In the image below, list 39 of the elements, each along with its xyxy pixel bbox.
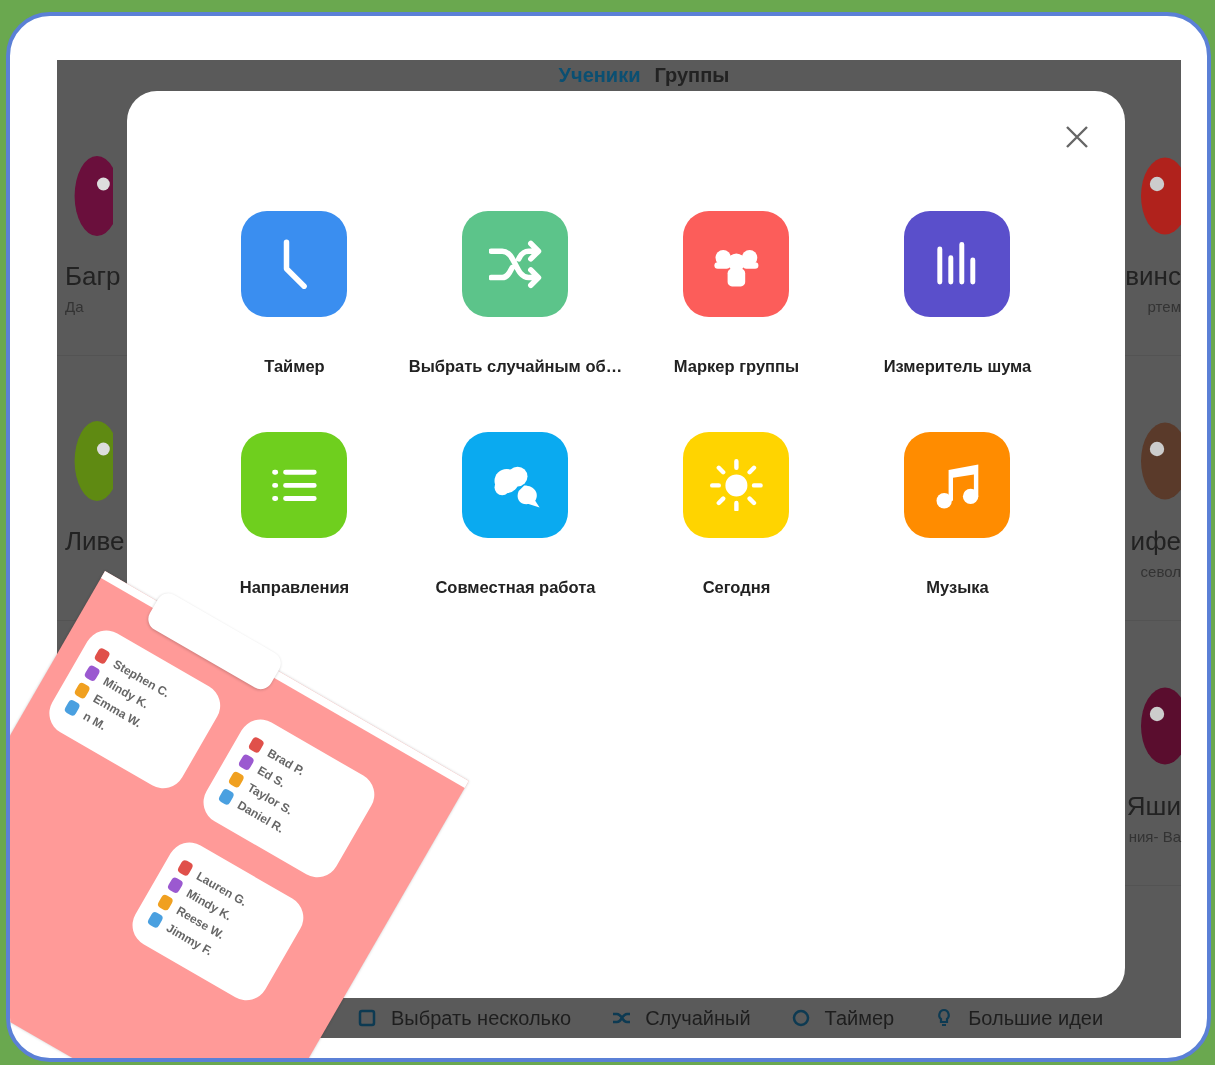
toolbar-button[interactable]: Таймер xyxy=(790,1006,895,1030)
avatar-icon xyxy=(237,753,255,772)
avatar-icon xyxy=(146,910,164,929)
avatar-icon xyxy=(156,893,174,912)
tool-tile[interactable] xyxy=(241,432,348,538)
clock-icon xyxy=(790,1008,811,1028)
avatar-icon xyxy=(83,664,101,683)
tool-label: Сегодня xyxy=(702,578,771,597)
avatar-icon xyxy=(63,698,81,717)
toolbar-button[interactable]: Большие идеи xyxy=(934,1006,1104,1030)
tool-label: Направления xyxy=(239,578,350,597)
tool-label: Маркер группы xyxy=(673,357,800,376)
tool-tile[interactable] xyxy=(462,211,569,317)
avatar-icon xyxy=(217,787,235,806)
student-name: винс xyxy=(1125,261,1181,292)
tab[interactable]: Группы xyxy=(654,64,730,87)
tool-tile[interactable] xyxy=(904,432,1011,538)
tool-label: Совместная работа xyxy=(435,578,596,597)
toolbar-button[interactable]: Случайный xyxy=(611,1006,751,1030)
tool-tile[interactable] xyxy=(241,211,348,317)
student-name: Яши xyxy=(1126,791,1181,822)
sun-icon xyxy=(710,458,763,512)
tool-tile[interactable] xyxy=(683,432,790,538)
tool-tile[interactable] xyxy=(904,211,1011,317)
student-name: Багр xyxy=(65,261,121,292)
tool-tile[interactable] xyxy=(683,211,790,317)
toolbar-button[interactable]: Выбрать несколько xyxy=(357,1006,572,1030)
checkbox-icon xyxy=(357,1008,377,1028)
tool-label: Измеритель шума xyxy=(883,357,1032,376)
tool-label: Музыка xyxy=(926,578,989,597)
student-name: Ливе xyxy=(65,526,125,557)
close-icon[interactable] xyxy=(1065,125,1090,149)
avatar-icon xyxy=(227,770,245,789)
student-name: ифе xyxy=(1130,526,1181,557)
tab[interactable]: Ученики xyxy=(558,64,641,87)
tool-label: Выбрать случайным об… xyxy=(408,357,623,376)
tool-tile[interactable] xyxy=(462,432,569,538)
tool-label: Таймер xyxy=(264,357,325,376)
clock-icon xyxy=(281,238,308,290)
